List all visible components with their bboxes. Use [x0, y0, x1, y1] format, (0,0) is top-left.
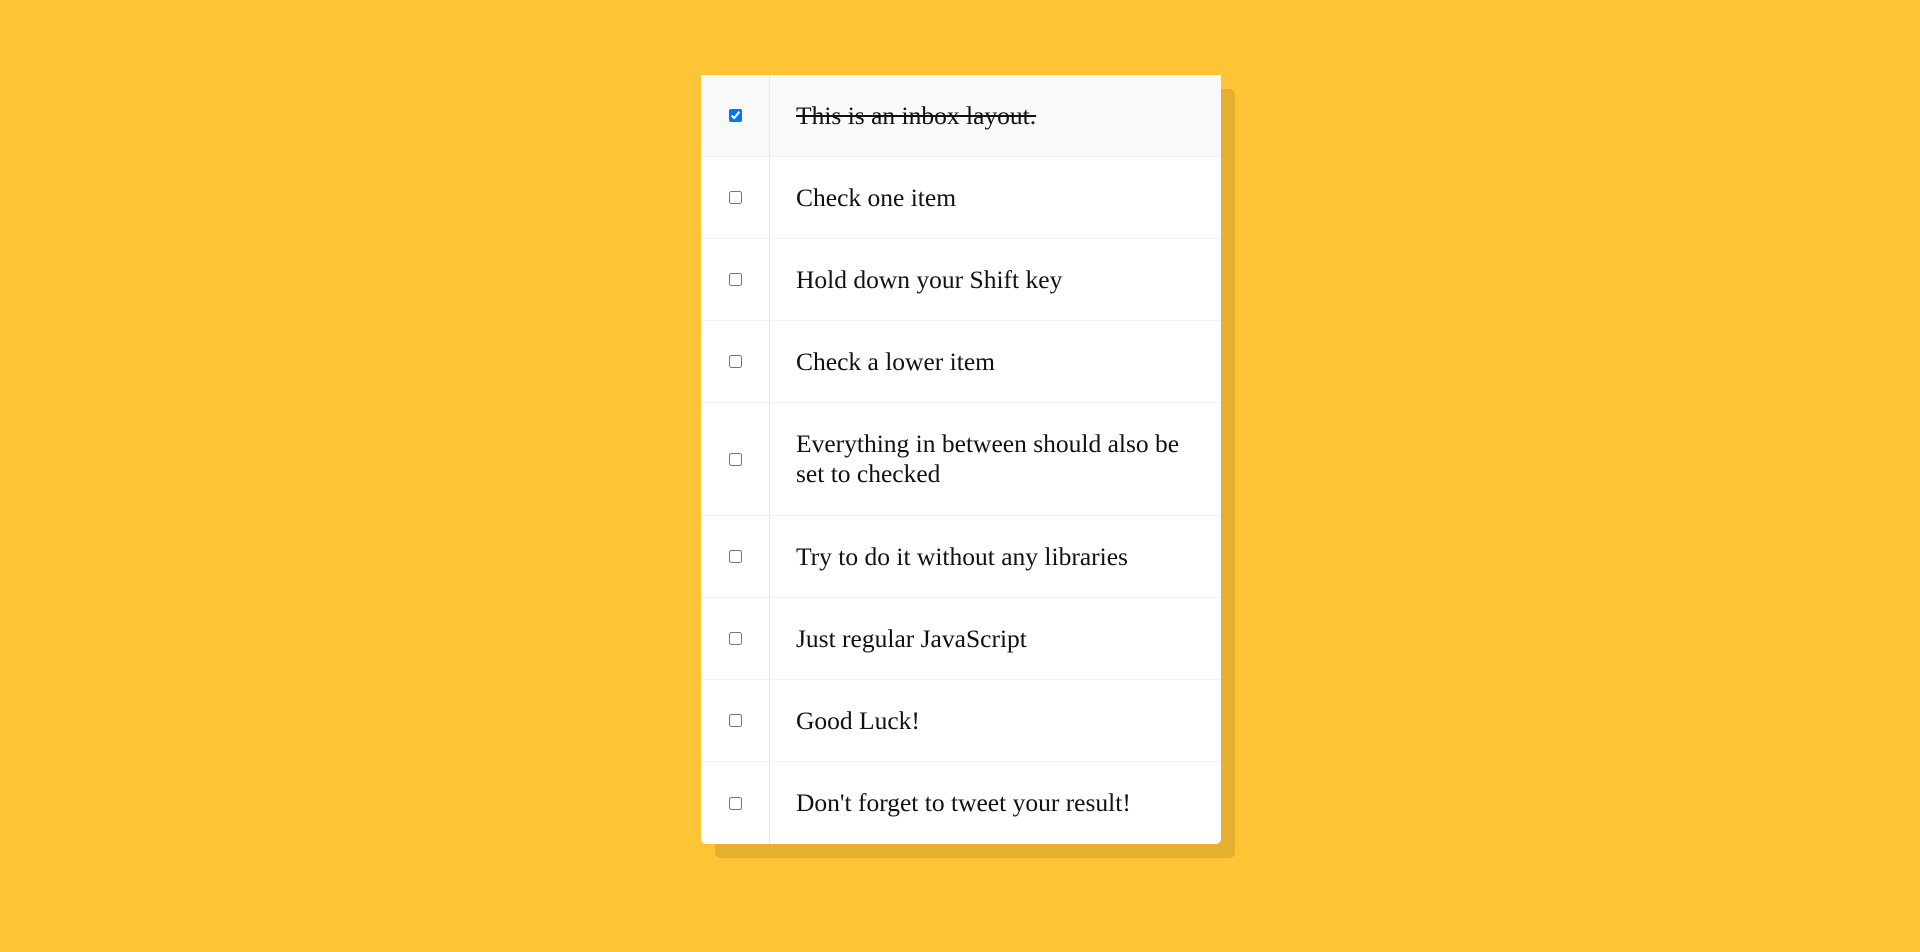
- item-checkbox[interactable]: [728, 452, 742, 466]
- list-item[interactable]: Just regular JavaScript: [701, 598, 1221, 680]
- item-label: Everything in between should also be set…: [796, 429, 1180, 488]
- list-item[interactable]: Check one item: [701, 157, 1221, 239]
- checkbox-cell: [701, 239, 770, 320]
- checkbox-cell: [701, 680, 770, 761]
- checkbox-cell: [701, 516, 770, 597]
- list-item[interactable]: Everything in between should also be set…: [701, 403, 1221, 516]
- item-checkbox[interactable]: [728, 355, 742, 368]
- list-item[interactable]: Don't forget to tweet your result!: [701, 762, 1221, 844]
- checkbox-cell: [701, 75, 770, 156]
- checkbox-cell: [701, 321, 770, 402]
- list-item[interactable]: Good Luck!: [701, 680, 1221, 762]
- checkbox-cell: [701, 598, 770, 679]
- item-label: Try to do it without any libraries: [796, 541, 1128, 571]
- checkbox-cell: [701, 157, 770, 238]
- item-checkbox[interactable]: [728, 191, 742, 204]
- list-item[interactable]: This is an inbox layout.: [701, 75, 1221, 157]
- inbox-list: This is an inbox layout. Check one item …: [701, 75, 1221, 844]
- checkbox-cell: [701, 403, 770, 515]
- item-checkbox[interactable]: [728, 273, 742, 286]
- checkbox-cell: [701, 762, 770, 844]
- item-label: Hold down your Shift key: [796, 264, 1063, 294]
- item-label: Check one item: [796, 182, 957, 212]
- list-item[interactable]: Check a lower item: [701, 321, 1221, 403]
- list-item[interactable]: Try to do it without any libraries: [701, 516, 1221, 598]
- item-label: Don't forget to tweet your result!: [796, 788, 1131, 817]
- item-label: This is an inbox layout.: [796, 100, 1037, 130]
- item-checkbox[interactable]: [728, 714, 742, 727]
- item-checkbox[interactable]: [728, 796, 742, 810]
- item-checkbox[interactable]: [728, 550, 742, 563]
- item-checkbox[interactable]: [728, 109, 742, 122]
- list-item[interactable]: Hold down your Shift key: [701, 239, 1221, 321]
- item-label: Check a lower item: [796, 346, 995, 376]
- item-checkbox[interactable]: [728, 632, 742, 645]
- item-label: Good Luck!: [796, 705, 920, 735]
- item-label: Just regular JavaScript: [796, 623, 1027, 653]
